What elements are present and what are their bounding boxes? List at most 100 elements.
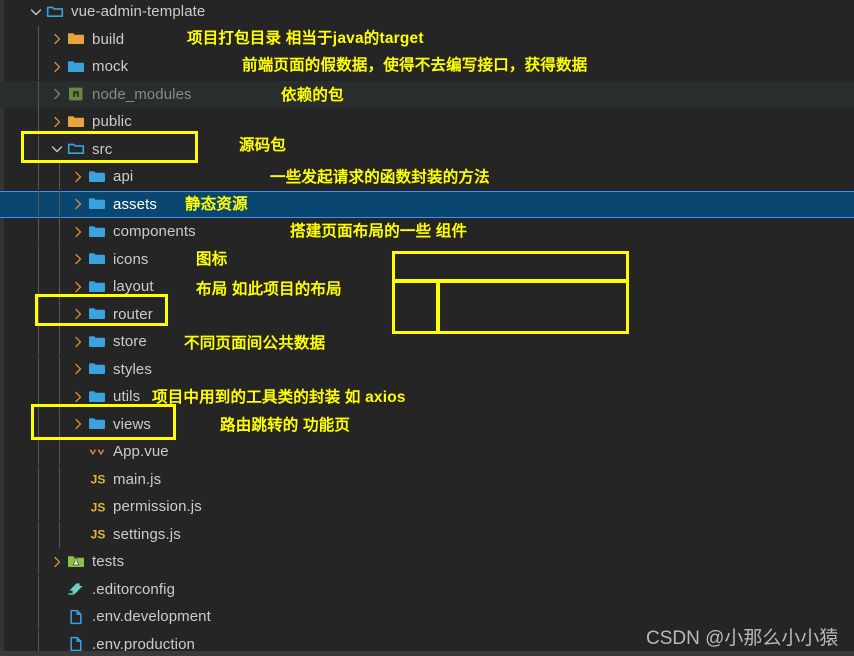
chevron-right-icon[interactable] xyxy=(70,416,86,432)
chevron-right-icon[interactable] xyxy=(49,554,65,570)
tree-indent-guide xyxy=(38,53,39,81)
tree-row-label: node_modules xyxy=(92,85,192,103)
chevron-right-icon[interactable] xyxy=(70,251,86,267)
tree-row-label: permission.js xyxy=(113,498,202,516)
tree-indent-guide xyxy=(38,163,39,191)
tree-row-assets[interactable]: assets xyxy=(0,190,854,218)
tree-indent xyxy=(0,273,70,301)
annotation-text: 项目中用到的工具类的封装 如 axios xyxy=(152,389,406,406)
window-bottom-strip xyxy=(0,651,854,656)
annotation-text: 依赖的包 xyxy=(281,87,344,104)
tree-indent-guide xyxy=(59,163,60,191)
tree-row-styles[interactable]: styles xyxy=(0,355,854,384)
folder-icon xyxy=(88,195,106,213)
folder-icon xyxy=(67,30,85,48)
annotation-text: 布局 如此项目的布局 xyxy=(196,281,342,298)
tree-indent xyxy=(0,245,70,273)
tree-row-label: App.vue xyxy=(113,443,169,461)
tree-row-label: tests xyxy=(92,553,125,571)
folder-icon xyxy=(88,305,106,323)
diagram-sidebar-divider xyxy=(436,283,440,331)
tree-indent-guide xyxy=(38,465,39,493)
tree-row-app-vue[interactable]: App.vue xyxy=(0,438,854,466)
tree-row-settings-js[interactable]: JS settings.js xyxy=(0,520,854,549)
tree-row-node-modules[interactable]: node_modules xyxy=(0,80,854,108)
tree-row-label: views xyxy=(113,415,152,433)
twisty-placeholder xyxy=(70,526,86,542)
tree-indent-guide xyxy=(59,438,60,466)
tree-indent-guide xyxy=(59,465,60,493)
tree-row-public[interactable]: public xyxy=(0,108,854,136)
tree-indent-guide xyxy=(38,108,39,136)
tree-indent-guide xyxy=(38,438,39,466)
tree-row-label: build xyxy=(92,30,125,48)
twisty-placeholder xyxy=(70,499,86,515)
chevron-right-icon[interactable] xyxy=(70,389,86,405)
chevron-right-icon[interactable] xyxy=(70,224,86,240)
tree-indent-guide xyxy=(38,245,39,273)
tree-indent-guide xyxy=(59,493,60,521)
tree-row-main-js[interactable]: JS main.js xyxy=(0,465,854,494)
chevron-right-icon[interactable] xyxy=(70,306,86,322)
tree-indent xyxy=(0,190,70,218)
tree-row-utils[interactable]: utils xyxy=(0,383,854,411)
tree-indent-guide xyxy=(59,273,60,301)
chevron-down-icon[interactable] xyxy=(49,141,65,157)
chevron-right-icon[interactable] xyxy=(49,114,65,130)
tree-indent-guide xyxy=(59,245,60,273)
chevron-right-icon[interactable] xyxy=(49,86,65,102)
layout-structure-diagram xyxy=(392,251,629,334)
tree-indent-guide xyxy=(38,328,39,356)
chevron-right-icon[interactable] xyxy=(49,31,65,47)
tree-indent xyxy=(0,603,49,631)
tree-row-vue-admin-template[interactable]: vue-admin-template xyxy=(0,0,854,26)
tree-indent-guide xyxy=(38,410,39,438)
annotation-text: 路由跳转的 功能页 xyxy=(220,417,351,434)
chevron-right-icon[interactable] xyxy=(70,361,86,377)
annotation-text: 前端页面的假数据，使得不去编写接口，获得数据 xyxy=(242,57,588,74)
chevron-right-icon[interactable] xyxy=(70,169,86,185)
tree-indent xyxy=(0,410,70,438)
tree-indent-guide xyxy=(38,355,39,383)
tree-indent-guide xyxy=(38,135,39,163)
annotation-text: 图标 xyxy=(196,251,228,268)
tree-indent xyxy=(0,108,49,136)
chevron-right-icon[interactable] xyxy=(70,334,86,350)
tree-indent-guide xyxy=(38,80,39,108)
tree-row-label: api xyxy=(113,168,134,186)
tree-indent xyxy=(0,25,49,53)
tree-indent-guide xyxy=(38,300,39,328)
tree-row-tests[interactable]: tests xyxy=(0,548,854,576)
tree-row-permission-js[interactable]: JS permission.js xyxy=(0,493,854,521)
tree-row-views[interactable]: views xyxy=(0,410,854,439)
tree-indent xyxy=(0,218,70,246)
tree-row-editorconfig[interactable]: .editorconfig xyxy=(0,575,854,604)
folder-icon xyxy=(88,250,106,268)
chevron-right-icon[interactable] xyxy=(70,196,86,212)
tree-indent xyxy=(0,520,70,548)
tree-row-src[interactable]: src xyxy=(0,135,854,164)
vue-file-icon xyxy=(88,443,106,461)
tree-indent xyxy=(0,300,70,328)
tree-row-build[interactable]: build xyxy=(0,25,854,54)
csdn-watermark: CSDN @小那么小小猿 xyxy=(646,628,839,649)
annotation-text: 项目打包目录 相当于java的target xyxy=(187,30,424,47)
folder-icon xyxy=(67,113,85,131)
tree-indent xyxy=(0,328,70,356)
tree-row-label: public xyxy=(92,113,132,131)
twisty-placeholder xyxy=(49,581,65,597)
chevron-down-icon[interactable] xyxy=(28,4,44,20)
tree-indent-guide xyxy=(59,300,60,328)
tree-indent xyxy=(0,493,70,521)
tree-indent xyxy=(0,53,49,81)
folder-icon xyxy=(88,223,106,241)
tree-row-label: assets xyxy=(113,195,157,213)
tree-row-label: layout xyxy=(113,278,154,296)
tree-indent-guide xyxy=(38,493,39,521)
tree-row-label: mock xyxy=(92,58,129,76)
tree-row-label: vue-admin-template xyxy=(71,3,206,21)
chevron-right-icon[interactable] xyxy=(49,59,65,75)
chevron-right-icon[interactable] xyxy=(70,279,86,295)
folder-icon xyxy=(88,333,106,351)
